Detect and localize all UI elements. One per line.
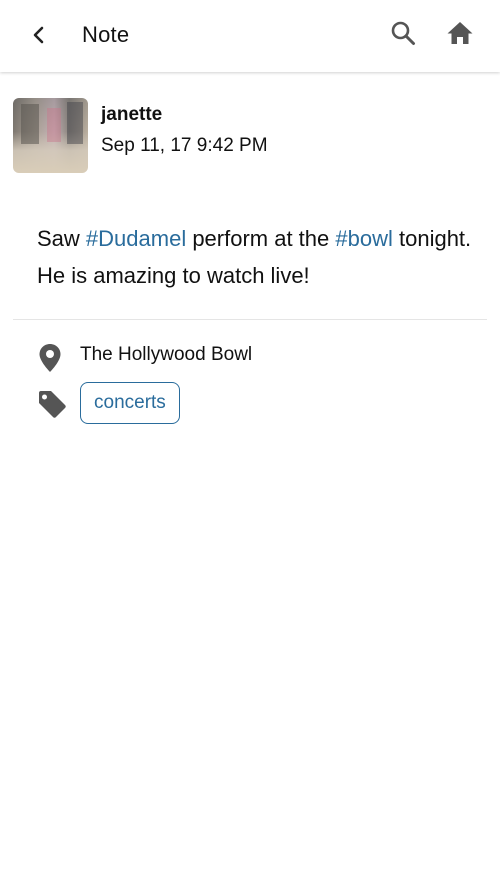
tag-chip[interactable]: concerts <box>80 382 180 424</box>
home-button[interactable] <box>443 16 477 50</box>
top-app-bar: Note <box>0 0 500 72</box>
note-text-part: perform at the <box>186 226 336 251</box>
location-name[interactable]: The Hollywood Bowl <box>80 344 252 366</box>
hashtag-link[interactable]: #bowl <box>335 226 392 251</box>
home-icon <box>447 22 473 44</box>
note-text-part: Saw <box>37 226 86 251</box>
post-timestamp: Sep 11, 17 9:42 PM <box>101 135 268 156</box>
divider <box>13 319 487 320</box>
chevron-left-icon <box>33 26 44 44</box>
author-name[interactable]: janette <box>101 104 162 126</box>
location-row: The Hollywood Bowl <box>37 340 487 374</box>
post-author-header: janette Sep 11, 17 9:42 PM <box>13 98 487 174</box>
back-button[interactable] <box>22 18 56 52</box>
avatar[interactable] <box>13 98 88 173</box>
hashtag-link[interactable]: #Dudamel <box>86 226 186 251</box>
page-title: Note <box>82 22 130 47</box>
note-text: Saw #Dudamel perform at the #bowl tonigh… <box>37 220 477 294</box>
note-screen: Note janette Sep 11, 17 9:42 PM Saw #Dud… <box>0 0 500 889</box>
tag-icon <box>39 391 66 418</box>
search-icon <box>391 21 415 45</box>
tags-row: concerts <box>37 382 487 426</box>
location-pin-icon <box>39 344 61 372</box>
search-button[interactable] <box>386 16 420 50</box>
